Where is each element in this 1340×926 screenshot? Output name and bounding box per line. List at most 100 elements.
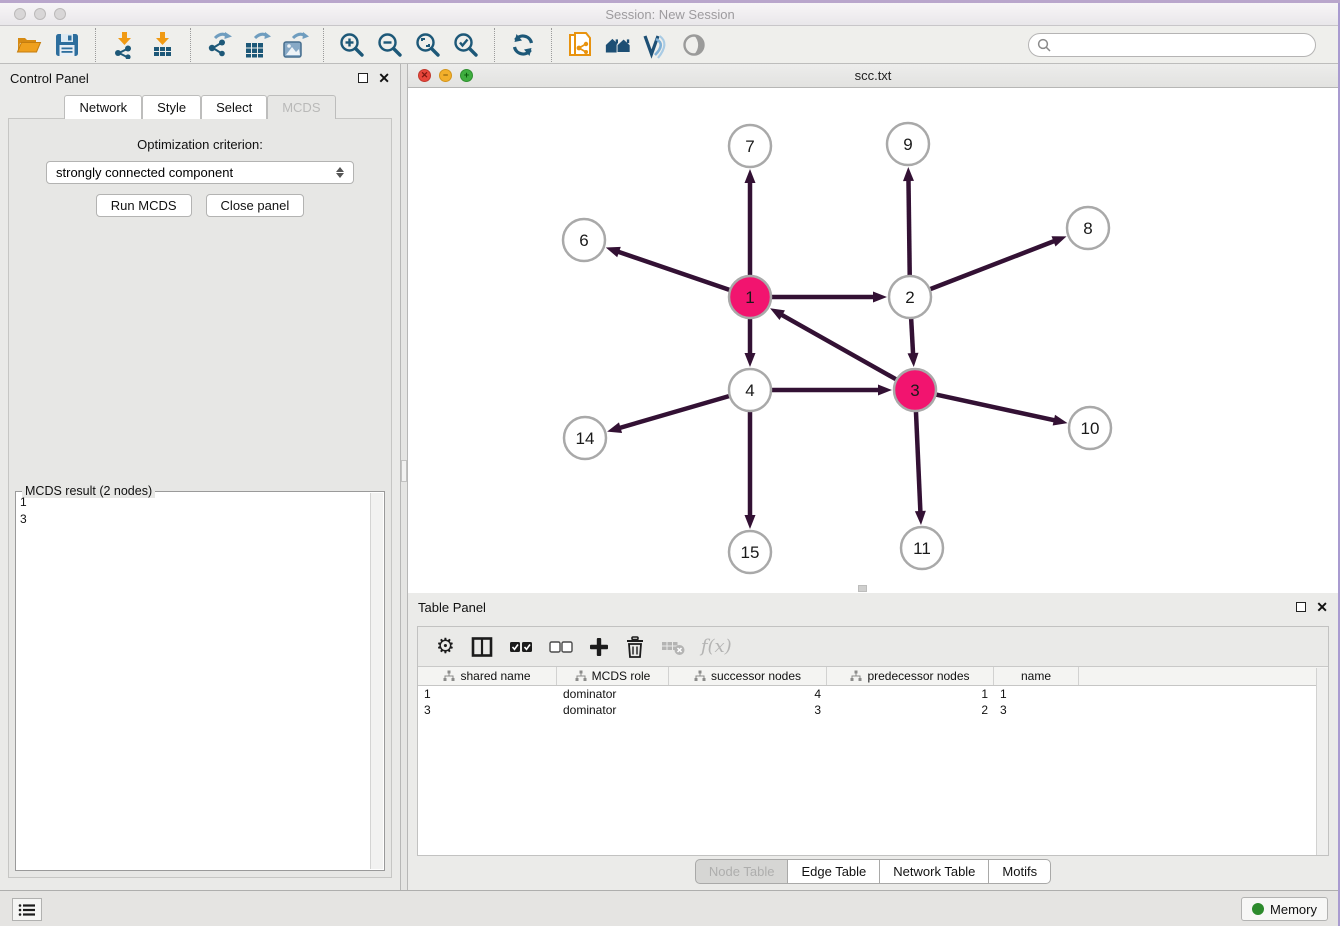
graph-edge-4-14[interactable]	[619, 396, 730, 428]
graph-edge-2-3[interactable]	[911, 318, 913, 355]
export-image-button[interactable]	[281, 31, 309, 59]
show-columns-button[interactable]	[471, 636, 493, 658]
control-panel-header: Control Panel ✕	[0, 64, 400, 92]
task-history-button[interactable]	[12, 898, 42, 921]
column-header-mcds-role[interactable]: MCDS role	[557, 667, 669, 685]
zoom-in-button[interactable]	[338, 31, 366, 59]
table-cell[interactable]: 1	[994, 686, 1079, 702]
graph-edge-3-11[interactable]	[916, 411, 921, 513]
close-panel-icon[interactable]: ✕	[378, 73, 390, 83]
graph-node-9[interactable]: 9	[887, 123, 929, 165]
show-graphics-details-button[interactable]	[680, 31, 708, 59]
divider-handle[interactable]	[401, 460, 407, 482]
mcds-result-text[interactable]: 1 3	[20, 494, 368, 528]
graph-edge-3-1[interactable]	[780, 314, 896, 380]
graph-node-15[interactable]: 15	[729, 531, 771, 573]
column-header-shared-name[interactable]: shared name	[418, 667, 557, 685]
network-graph[interactable]: 7 9 6 8 1 2 4 3 14 10 15 11	[408, 88, 1338, 593]
eye-icon	[680, 31, 708, 59]
vizmapper-button[interactable]	[642, 31, 670, 59]
table-cell[interactable]: 3	[994, 702, 1079, 718]
panel-divider[interactable]	[400, 64, 408, 890]
delete-table-button[interactable]	[661, 638, 685, 656]
tab-edge-table[interactable]: Edge Table	[787, 859, 880, 884]
column-header-successor-nodes[interactable]: successor nodes	[669, 667, 827, 685]
table-cell[interactable]: 3	[669, 702, 827, 718]
search-box[interactable]	[1028, 33, 1316, 57]
select-all-columns-button[interactable]	[509, 640, 533, 654]
result-scrollbar[interactable]	[370, 493, 383, 869]
open-session-button[interactable]	[15, 31, 43, 59]
table-box: ⚙	[417, 626, 1329, 856]
network-canvas[interactable]: 7 9 6 8 1 2 4 3 14 10 15 11	[408, 88, 1338, 593]
graph-edge-2-8[interactable]	[930, 241, 1056, 290]
zoom-fit-button[interactable]	[414, 31, 442, 59]
table-cell[interactable]: 3	[418, 702, 557, 718]
column-header-name[interactable]: name	[994, 667, 1079, 685]
graph-node-4[interactable]: 4	[729, 369, 771, 411]
create-column-button[interactable]	[589, 637, 609, 657]
network-window-titlebar[interactable]: ✕ − + scc.txt	[408, 64, 1338, 88]
table-scrollbar[interactable]	[1316, 668, 1328, 855]
zoom-selected-button[interactable]	[452, 31, 480, 59]
toolbar-separator	[323, 28, 324, 62]
graph-node-1[interactable]: 1	[729, 276, 771, 318]
table-toolbar: ⚙	[418, 627, 1328, 667]
close-table-panel-icon[interactable]: ✕	[1316, 602, 1328, 612]
apply-layout-button[interactable]	[509, 31, 537, 59]
tab-select[interactable]: Select	[201, 95, 267, 119]
toolbar-separator	[190, 28, 191, 62]
export-table-icon	[243, 31, 271, 59]
memory-button[interactable]: Memory	[1241, 897, 1328, 921]
graph-node-10[interactable]: 10	[1069, 407, 1111, 449]
ndex-home-button[interactable]	[604, 31, 632, 59]
table-tabs: Node Table Edge Table Network Table Moti…	[408, 859, 1338, 884]
import-table-button[interactable]	[148, 31, 176, 59]
graph-node-11[interactable]: 11	[901, 527, 943, 569]
float-table-panel-icon[interactable]	[1296, 602, 1306, 612]
column-header-predecessor-nodes[interactable]: predecessor nodes	[827, 667, 994, 685]
graph-node-14[interactable]: 14	[564, 417, 606, 459]
unselect-all-columns-button[interactable]	[549, 640, 573, 654]
close-panel-button[interactable]: Close panel	[206, 194, 305, 217]
zoom-out-button[interactable]	[376, 31, 404, 59]
tab-style[interactable]: Style	[142, 95, 201, 119]
float-panel-icon[interactable]	[358, 73, 368, 83]
function-builder-button[interactable]: f(x)	[701, 636, 732, 657]
network-from-file-button[interactable]	[566, 31, 594, 59]
graph-node-6[interactable]: 6	[563, 219, 605, 261]
search-input[interactable]	[1056, 38, 1307, 52]
export-table-button[interactable]	[243, 31, 271, 59]
table-row[interactable]: 3dominator323	[418, 702, 1328, 718]
network-scrollbar-thumb[interactable]	[858, 585, 867, 592]
table-settings-button[interactable]: ⚙	[436, 636, 455, 657]
tab-network-table[interactable]: Network Table	[879, 859, 989, 884]
import-network-button[interactable]	[110, 31, 138, 59]
table-cell[interactable]: dominator	[557, 686, 669, 702]
graph-edge-2-9[interactable]	[908, 179, 909, 276]
tab-mcds[interactable]: MCDS	[267, 95, 335, 119]
table-cell[interactable]: 1	[827, 686, 994, 702]
graph-node-7[interactable]: 7	[729, 125, 771, 167]
table-cell[interactable]: 1	[418, 686, 557, 702]
graph-edge-3-10[interactable]	[936, 394, 1056, 420]
tab-motifs[interactable]: Motifs	[988, 859, 1051, 884]
table-cell[interactable]: dominator	[557, 702, 669, 718]
criterion-select[interactable]: strongly connected component	[46, 161, 354, 184]
save-session-button[interactable]	[53, 31, 81, 59]
table-cell[interactable]: 2	[827, 702, 994, 718]
run-mcds-button[interactable]: Run MCDS	[96, 194, 192, 217]
export-network-button[interactable]	[205, 31, 233, 59]
table-cell[interactable]: 4	[669, 686, 827, 702]
tab-network[interactable]: Network	[64, 95, 142, 119]
tab-node-table[interactable]: Node Table	[695, 859, 789, 884]
save-icon	[53, 31, 81, 59]
graph-node-8[interactable]: 8	[1067, 207, 1109, 249]
graph-edge-1-6[interactable]	[617, 251, 730, 290]
delete-column-button[interactable]	[625, 636, 645, 658]
graph-node-2[interactable]: 2	[889, 276, 931, 318]
column-label: predecessor nodes	[867, 669, 969, 683]
graph-node-3[interactable]: 3	[894, 369, 936, 411]
title-bar[interactable]: Session: New Session	[0, 3, 1340, 26]
table-row[interactable]: 1dominator411	[418, 686, 1328, 702]
